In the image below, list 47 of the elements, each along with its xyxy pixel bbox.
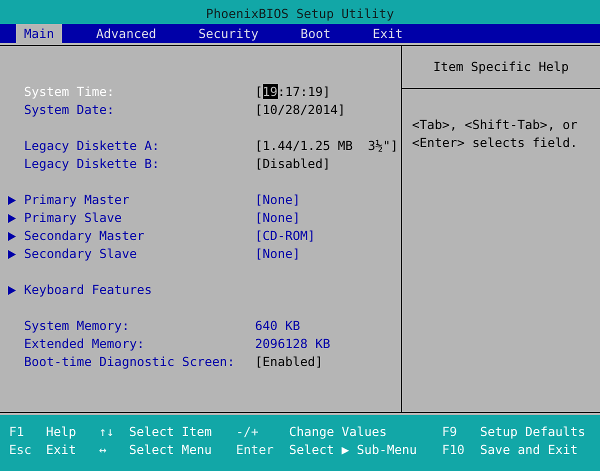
key-action: Exit xyxy=(46,441,78,459)
setting-value: 2096128 KB xyxy=(255,335,330,353)
key-label: F9 xyxy=(442,423,458,441)
setting-value[interactable]: [Disabled] xyxy=(255,155,330,173)
key-label: ↑↓ xyxy=(99,423,116,441)
key-label: F10 xyxy=(442,441,466,459)
setting-label[interactable]: Extended Memory: xyxy=(24,335,255,353)
key-label: Esc xyxy=(9,441,33,459)
setting-value[interactable]: [1.44/1.25 MB 3½"] xyxy=(255,137,398,155)
menu-tab[interactable]: Security xyxy=(190,24,267,43)
submenu-arrow-icon xyxy=(8,286,16,294)
help-title: Item Specific Help xyxy=(433,58,569,76)
setting-label[interactable]: Secondary Master xyxy=(24,227,255,245)
setting-label[interactable]: Secondary Slave xyxy=(24,245,255,263)
setting-label[interactable]: Primary Master xyxy=(24,191,255,209)
setting-value: [None] xyxy=(255,245,300,263)
setting-label[interactable]: Keyboard Features xyxy=(24,281,255,299)
help-text: <Tab>, <Shift-Tab>, or <Enter> selects field. xyxy=(411,116,579,152)
key-label: Enter xyxy=(236,441,275,459)
setting-label[interactable]: Primary Slave xyxy=(24,209,255,227)
setting-value[interactable]: [10/28/2014] xyxy=(255,101,346,119)
key-action: Help xyxy=(46,423,78,441)
key-action: Select Menu xyxy=(129,441,213,459)
key-label: -/+ xyxy=(236,423,260,441)
menu-tab[interactable]: Boot xyxy=(292,24,339,43)
setting-label[interactable]: Legacy Diskette A: xyxy=(24,137,255,155)
setting-value: [None] xyxy=(255,191,300,209)
key-label: F1 xyxy=(9,423,26,441)
key-action: Change Values xyxy=(289,423,388,441)
setting-value: [None] xyxy=(255,209,300,227)
key-label: ↔ xyxy=(99,441,108,459)
setting-label[interactable]: Boot-time Diagnostic Screen: xyxy=(24,353,255,371)
key-action: Select ▶ Sub-Menu xyxy=(289,441,418,459)
key-action: Setup Defaults xyxy=(480,423,586,441)
setting-value: [CD-ROM] xyxy=(255,227,316,245)
window-title: PhoenixBIOS Setup Utility xyxy=(206,5,394,23)
setting-label[interactable]: System Date: xyxy=(24,101,255,119)
setting-label[interactable]: System Memory: xyxy=(24,317,255,335)
setting-label[interactable]: Legacy Diskette B: xyxy=(24,155,255,173)
setting-value: 640 KB xyxy=(255,317,300,335)
menu-tab[interactable]: Exit xyxy=(364,24,411,43)
setting-value[interactable]: [19:17:19] xyxy=(255,83,330,101)
menu-tab[interactable]: Main xyxy=(16,24,62,43)
menu-tab[interactable]: Advanced xyxy=(88,24,164,43)
key-action: Save and Exit xyxy=(480,441,579,459)
setting-value[interactable]: [Enabled] xyxy=(255,353,323,371)
key-action: Select Item xyxy=(129,423,213,441)
